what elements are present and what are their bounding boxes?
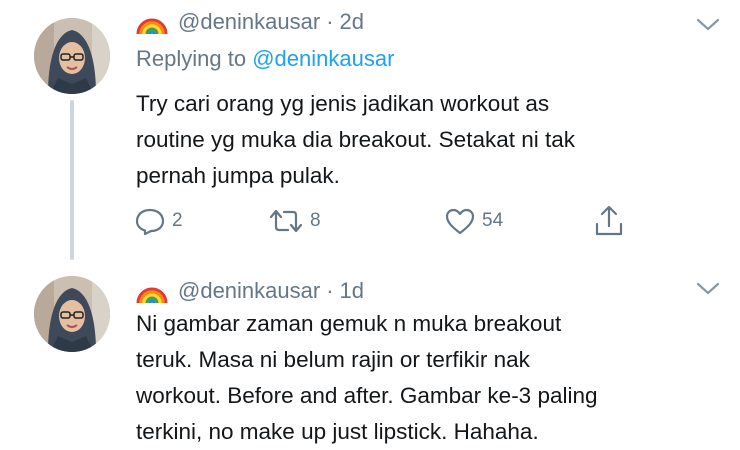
reply-count: 2	[172, 210, 183, 231]
tweet-text-line: routine yg muka dia breakout. Setakat ni…	[136, 127, 576, 152]
tweet-text-line: Ni gambar zaman gemuk n muka breakout	[136, 311, 562, 336]
separator-dot: ·	[326, 278, 334, 303]
tweet-text-line: pernah jumpa pulak.	[136, 163, 340, 188]
tweet-text-line: Try cari orang yg jenis jadikan workout …	[136, 91, 550, 116]
tweet-actions: 2 8 54	[0, 201, 740, 241]
retweet-count: 8	[310, 210, 321, 231]
tweet-header: @deninkausar · 2d	[136, 6, 364, 38]
like-button[interactable]: 54	[444, 201, 503, 241]
heart-icon	[445, 208, 475, 235]
user-handle[interactable]: @deninkausar	[178, 9, 320, 35]
separator-dot: ·	[326, 9, 334, 34]
tweet-timestamp[interactable]: 1d	[340, 278, 364, 304]
reply-button[interactable]: 2	[134, 201, 183, 241]
replying-to-label: Replying to	[136, 46, 247, 71]
replying-to: Replying to @deninkausar	[136, 46, 394, 72]
tweet-timestamp[interactable]: 2d	[340, 9, 364, 35]
chevron-down-icon[interactable]	[694, 14, 722, 34]
share-icon	[595, 205, 623, 236]
retweet-button[interactable]: 8	[268, 201, 321, 241]
tweet-text-line: teruk. Masa ni belum rajin or terfikir n…	[136, 347, 530, 372]
tweet-text-line: terkini, no make up just lipstick. Hahah…	[136, 419, 539, 444]
tweet-text: Ni gambar zaman gemuk n muka breakout te…	[136, 306, 726, 450]
user-handle[interactable]: @deninkausar	[178, 278, 320, 304]
tweet[interactable]: @deninkausar · 1d Ni gambar zaman gemuk …	[0, 262, 740, 447]
reply-icon	[135, 208, 165, 236]
like-count: 54	[482, 210, 504, 231]
share-button[interactable]	[592, 201, 626, 241]
tweet-text: Try cari orang yg jenis jadikan workout …	[136, 86, 726, 194]
tweet-header: @deninkausar · 1d	[136, 275, 364, 307]
retweet-icon	[269, 209, 303, 233]
tweet[interactable]: @deninkausar · 2d Replying to @deninkaus…	[0, 0, 740, 262]
replying-to-handle[interactable]: @deninkausar	[252, 46, 394, 71]
avatar[interactable]	[34, 18, 110, 94]
chevron-down-icon[interactable]	[694, 278, 722, 298]
rainbow-icon	[136, 287, 168, 304]
tweet-text-line: workout. Before and after. Gambar ke-3 p…	[136, 383, 598, 408]
avatar[interactable]	[34, 276, 110, 352]
rainbow-icon	[136, 18, 168, 35]
